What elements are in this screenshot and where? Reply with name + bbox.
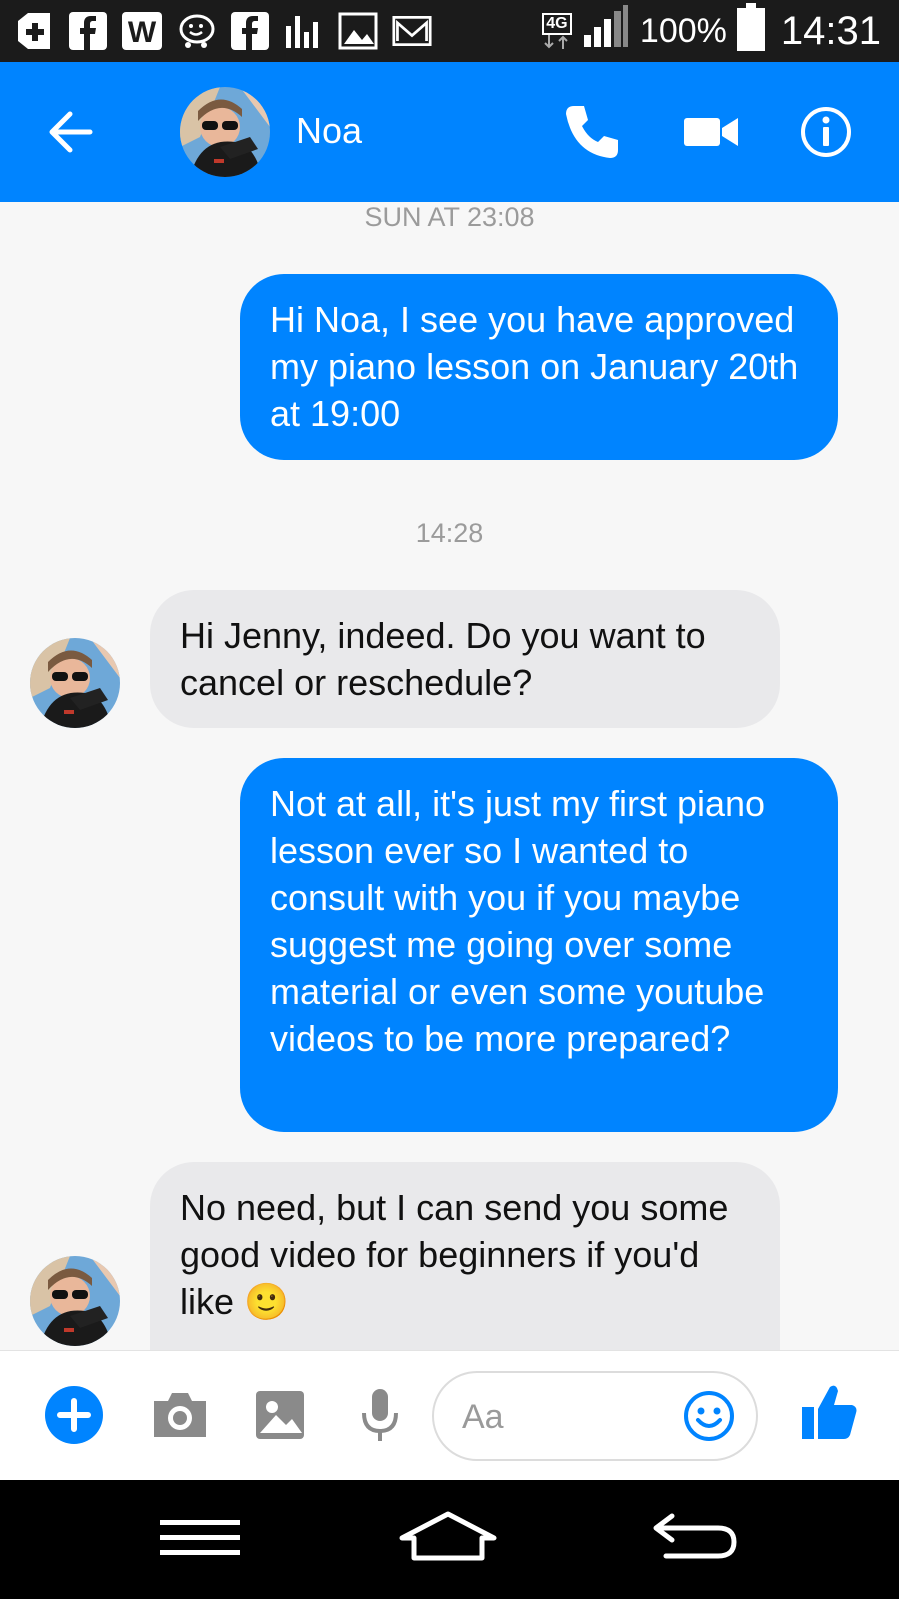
video-call-icon[interactable] (680, 100, 744, 164)
bars-icon (284, 11, 324, 51)
back-icon[interactable] (646, 1508, 746, 1568)
svg-text:W: W (128, 16, 157, 49)
facebook-icon (230, 11, 270, 51)
gallery-icon[interactable] (250, 1385, 310, 1445)
battery-icon (736, 2, 765, 60)
plus-icon[interactable] (44, 1385, 104, 1445)
status-bar: W 4G 100% 14:31 (0, 0, 899, 62)
clock: 14:31 (780, 8, 881, 53)
medical-cross-icon (14, 11, 54, 51)
image-icon (338, 11, 378, 51)
notification-icons: W (14, 8, 432, 54)
network-4g-icon: 4G (542, 13, 572, 49)
contact-avatar-small[interactable] (30, 1256, 120, 1346)
contact-avatar-small[interactable] (30, 638, 120, 728)
system-status: 4G 100% 14:31 (542, 0, 881, 62)
emoji-icon[interactable] (682, 1389, 736, 1443)
conversation-header: Noa (0, 62, 899, 202)
timestamp: 14:28 (415, 518, 484, 548)
timestamp: SUN AT 23:08 (364, 202, 535, 232)
back-arrow-icon[interactable] (44, 102, 104, 162)
system-navigation-bar (0, 1480, 899, 1599)
outgoing-message[interactable]: Not at all, it's just my first piano les… (240, 758, 838, 1132)
incoming-message[interactable]: Hi Jenny, indeed. Do you want to cancel … (150, 590, 780, 728)
signal-icon (582, 4, 630, 58)
incoming-message[interactable]: No need, but I can send you some good vi… (150, 1162, 780, 1350)
battery-percent: 100% (639, 11, 727, 50)
composer-bar (0, 1350, 899, 1480)
thumbs-up-icon[interactable] (800, 1381, 860, 1441)
home-icon[interactable] (398, 1508, 498, 1568)
w-icon: W (122, 11, 162, 51)
outgoing-message[interactable]: Hi Noa, I see you have approved my piano… (240, 274, 838, 460)
microphone-icon[interactable] (350, 1385, 410, 1445)
contact-name[interactable]: Noa (296, 110, 362, 152)
facebook-icon (68, 11, 108, 51)
gmail-icon (392, 11, 432, 51)
camera-icon[interactable] (150, 1385, 210, 1445)
menu-icon[interactable] (150, 1508, 250, 1568)
info-icon[interactable] (794, 100, 858, 164)
message-input[interactable] (462, 1391, 672, 1443)
contact-avatar[interactable] (180, 87, 270, 177)
waze-icon (176, 11, 216, 51)
message-input-container[interactable] (432, 1371, 758, 1461)
phone-call-icon[interactable] (560, 100, 624, 164)
